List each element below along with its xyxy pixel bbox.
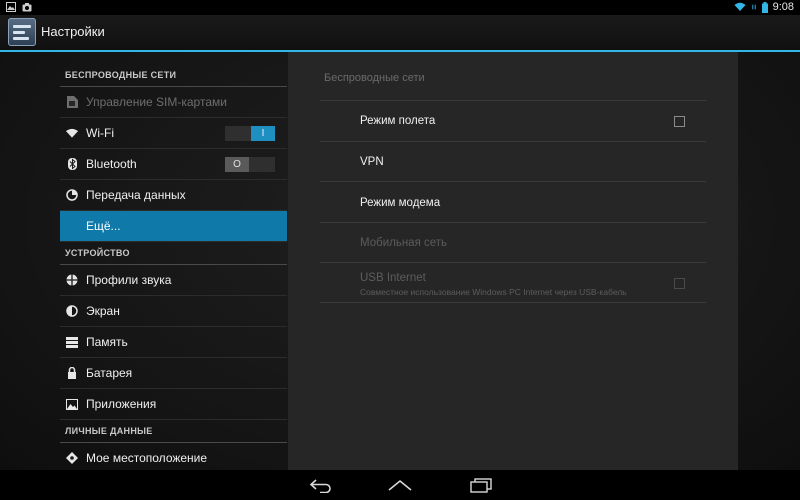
back-icon[interactable] [308,477,334,493]
vpn-item[interactable]: VPN [360,156,384,168]
status-bar: 9:08 [0,0,800,15]
sidebar-item-label: Экран [86,304,120,318]
sidebar-item-sound-profiles[interactable]: Профили звука [60,265,287,296]
sidebar-item-storage[interactable]: Память [60,327,287,358]
bluetooth-icon [66,158,78,170]
clock: 9:08 [772,1,794,13]
sim-icon [66,96,78,108]
wifi-icon [734,2,746,11]
toggle-knob: I [251,126,275,141]
battery-icon [761,1,768,13]
sidebar-item-display[interactable]: Экран [60,296,287,327]
action-bar: Настройки [0,15,800,52]
settings-app-icon[interactable] [8,18,36,46]
sidebar-item-label: Приложения [86,397,157,411]
wifi-icon [66,127,78,139]
wifi-toggle[interactable]: I [225,126,275,141]
sidebar-item-label: Профили звука [86,273,172,287]
mobile-network-item: Мобильная сеть [360,237,448,249]
toggle-knob: O [225,157,249,172]
battery-icon [66,367,78,379]
location-icon [66,452,78,464]
divider [320,100,706,101]
storage-icon [66,336,78,348]
detail-panel: Беспроводные сети Режим полета VPN Режим… [288,52,738,470]
page-title: Настройки [41,24,105,39]
navigation-bar [0,470,800,500]
airplane-mode-checkbox[interactable] [674,116,685,127]
sidebar-item-label: Память [86,335,128,349]
sidebar-item-label: Мое местоположение [86,451,208,465]
camera-notification-icon [22,3,32,12]
sidebar-item-label: Передача данных [86,188,186,202]
category-header-device: УСТРОЙСТВО [60,242,287,265]
sidebar-item-label: Ещё... [86,219,121,233]
airplane-mode-item[interactable]: Режим полета [360,115,435,127]
divider [320,141,706,142]
divider [320,262,706,263]
usb-internet-summary: Совместное использование Windows PC Inte… [360,287,627,297]
sound-profile-icon [66,274,78,286]
settings-content: БЕСПРОВОДНЫЕ СЕТИ Управление SIM-картами… [0,52,800,474]
recent-apps-icon[interactable] [468,477,494,493]
sidebar-item-label: Батарея [86,366,133,380]
data-usage-icon [66,189,78,201]
sidebar-item-more[interactable]: Ещё... [60,211,287,242]
display-icon [66,305,78,317]
tethering-item[interactable]: Режим модема [360,197,440,209]
usb-internet-item: USB Internet [360,272,426,284]
sidebar-item-label: Bluetooth [86,157,137,171]
panel-header: Беспроводные сети [324,72,425,84]
sidebar-item-battery[interactable]: Батарея [60,358,287,389]
bluetooth-toggle[interactable]: O [225,157,275,172]
sidebar-item-bluetooth[interactable]: Bluetooth O [60,149,287,180]
divider [320,222,706,223]
settings-category-list: БЕСПРОВОДНЫЕ СЕТИ Управление SIM-картами… [60,64,287,474]
usb-internet-checkbox [674,278,685,289]
sidebar-item-apps[interactable]: Приложения [60,389,287,420]
category-header-personal: ЛИЧНЫЕ ДАННЫЕ [60,420,287,443]
divider [320,181,706,182]
data-icon [751,4,756,10]
sidebar-item-sim-management: Управление SIM-картами [60,87,287,118]
sidebar-item-label: Wi-Fi [86,126,114,140]
image-notification-icon [6,2,16,12]
home-icon[interactable] [387,477,413,493]
apps-icon [66,398,78,410]
sidebar-item-data-usage[interactable]: Передача данных [60,180,287,211]
sidebar-item-label: Управление SIM-картами [86,95,227,109]
category-header-wireless: БЕСПРОВОДНЫЕ СЕТИ [60,64,287,87]
sidebar-item-wifi[interactable]: Wi-Fi I [60,118,287,149]
divider [320,302,706,303]
